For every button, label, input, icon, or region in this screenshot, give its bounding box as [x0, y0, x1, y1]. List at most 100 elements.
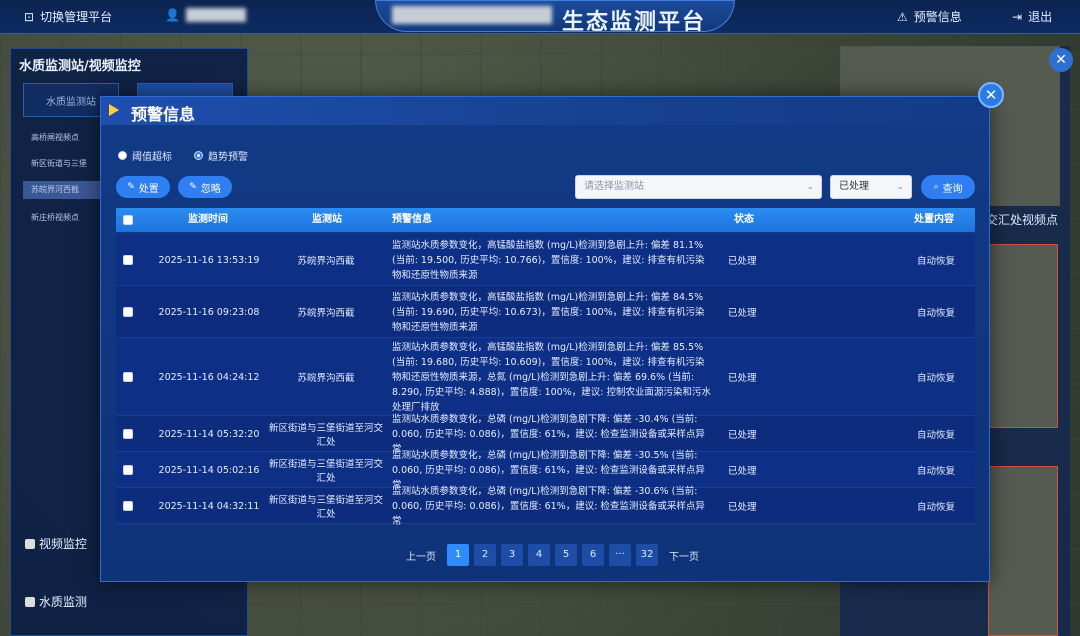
pagination: 上一页 1 2 3 4 5 6 ··· 32 下一页: [400, 544, 705, 566]
video-feed[interactable]: [988, 244, 1058, 428]
cell-action: 自动恢复: [916, 466, 955, 477]
status-select[interactable]: 已处理 ⌄: [830, 175, 912, 199]
cell-time: 2025-11-14 05:32:20: [158, 428, 260, 440]
cell-station: 新区街道与三堡街道至河交汇处: [268, 423, 383, 448]
user-name-blurred: [185, 8, 246, 22]
table-header: 监测时间 监测站 预警信息 状态 处置内容: [116, 208, 975, 232]
video-feed[interactable]: [988, 466, 1058, 636]
radio-dot-icon: [194, 151, 203, 160]
video-monitor-toggle[interactable]: 视频监控: [25, 535, 87, 552]
page-button[interactable]: 4: [528, 544, 550, 566]
alert-type-radio-group: 阈值超标 趋势预警: [118, 148, 248, 163]
cell-time: 2025-11-14 05:02:16: [158, 464, 260, 476]
cell-status: 已处理: [728, 256, 757, 267]
top-bar: ⊡ 切换管理平台 👤 生态监测平台 ⚠ 预警信息 ⇥ 退出: [0, 0, 1080, 35]
alerts-label: 预警信息: [913, 10, 962, 24]
user-icon: 👤: [165, 8, 180, 22]
cell-station: 新区街道与三堡街道至河交汇处: [268, 495, 383, 520]
cell-action: 自动恢复: [916, 256, 955, 267]
row-checkbox[interactable]: [123, 255, 133, 265]
platform-title: 生态监测平台: [562, 10, 707, 35]
radio-threshold[interactable]: 阈值超标: [118, 148, 172, 163]
radio-dot-icon: [118, 151, 127, 160]
user-menu[interactable]: 👤: [165, 8, 246, 22]
logout-icon: ⇥: [1012, 9, 1023, 24]
cell-info: 监测站水质参数变化，总磷 (mg/L)检测到急剧下降: 偏差 -30.6% (当…: [392, 485, 705, 527]
table-row[interactable]: 2025-11-16 09:23:08 苏皖界沟西截 监测站水质参数变化，高锰酸盐指…: [116, 286, 975, 338]
cell-time: 2025-11-14 04:32:11: [158, 500, 260, 512]
row-checkbox[interactable]: [123, 372, 133, 382]
cell-action: 自动恢复: [916, 430, 955, 441]
col-action: 处置内容: [914, 214, 954, 225]
checkbox-icon: [25, 538, 35, 549]
cell-station: 苏皖界沟西截: [297, 373, 355, 384]
cell-status: 已处理: [728, 308, 757, 319]
checkbox-icon: [25, 596, 35, 607]
logout-button[interactable]: ⇥ 退出: [1012, 8, 1052, 25]
radio-trend[interactable]: 趋势预警: [194, 148, 248, 163]
switch-platform-label: 切换管理平台: [40, 10, 113, 24]
page-button[interactable]: 5: [555, 544, 577, 566]
cell-action: 自动恢复: [916, 502, 955, 513]
switch-icon: ⊡: [24, 9, 35, 24]
cell-time: 2025-11-16 04:24:12: [158, 371, 260, 383]
cell-station: 苏皖界沟西截: [297, 256, 355, 267]
cell-info: 监测站水质参数变化，高锰酸盐指数 (mg/L)检测到急剧上升: 偏差 84.5%…: [392, 291, 705, 333]
ignore-button[interactable]: ✎ 忽略: [178, 176, 232, 198]
cell-time: 2025-11-16 13:53:19: [158, 254, 260, 266]
title-prefix-blurred: [392, 6, 552, 24]
cell-status: 已处理: [728, 373, 757, 384]
cell-info: 监测站水质参数变化，高锰酸盐指数 (mg/L)检测到急剧上升: 偏差 81.1%…: [392, 239, 705, 281]
modal-title: 预警信息: [131, 105, 196, 124]
row-checkbox[interactable]: [123, 429, 133, 439]
col-info: 预警信息: [392, 214, 432, 225]
col-time: 监测时间: [188, 214, 228, 225]
next-page-button[interactable]: 下一页: [663, 548, 705, 563]
row-checkbox[interactable]: [123, 465, 133, 475]
panel-close-icon[interactable]: ✕: [1049, 48, 1073, 72]
switch-platform-button[interactable]: ⊡ 切换管理平台: [24, 8, 112, 25]
page-button[interactable]: ···: [609, 544, 631, 566]
page-button[interactable]: 6: [582, 544, 604, 566]
row-checkbox[interactable]: [123, 307, 133, 317]
table-row[interactable]: 2025-11-16 13:53:19 苏皖界沟西截 监测站水质参数变化，高锰酸盐指…: [116, 234, 975, 286]
cell-status: 已处理: [728, 466, 757, 477]
col-status: 状态: [734, 214, 754, 225]
modal-header: 预警信息: [101, 97, 989, 125]
page-button[interactable]: 1: [447, 544, 469, 566]
left-panel-title: 水质监测站/视频监控: [19, 59, 141, 74]
water-monitor-toggle[interactable]: 水质监测: [25, 593, 87, 610]
cell-status: 已处理: [728, 430, 757, 441]
edit-icon: ✎: [189, 182, 197, 192]
logout-label: 退出: [1028, 10, 1053, 24]
row-checkbox[interactable]: [123, 501, 133, 511]
edit-icon: ✎: [127, 182, 135, 192]
col-station: 监测站: [312, 214, 342, 225]
select-all-checkbox[interactable]: [123, 215, 133, 225]
cell-station: 新区街道与三堡街道至河交汇处: [268, 459, 383, 484]
handle-button[interactable]: ✎ 处置: [116, 176, 170, 198]
page-button[interactable]: 3: [501, 544, 523, 566]
alerts-button[interactable]: ⚠ 预警信息: [897, 8, 962, 25]
chevron-down-icon: ⌄: [806, 182, 814, 192]
page-button[interactable]: 2: [474, 544, 496, 566]
close-icon[interactable]: ✕: [978, 82, 1004, 108]
flag-icon: [109, 104, 119, 116]
cell-action: 自动恢复: [916, 308, 955, 319]
cell-action: 自动恢复: [916, 373, 955, 384]
cell-station: 苏皖界沟西截: [297, 308, 355, 319]
cell-info: 监测站水质参数变化，高锰酸盐指数 (mg/L)检测到急剧上升: 偏差 85.5%…: [392, 341, 711, 413]
cell-time: 2025-11-16 09:23:08: [158, 306, 260, 318]
page-list: 1 2 3 4 5 6 ··· 32: [447, 544, 658, 566]
search-icon: ⌕: [933, 182, 939, 192]
table-row[interactable]: 2025-11-14 04:32:11 新区街道与三堡街道至河交汇处 监测站水质参数…: [116, 485, 975, 527]
station-select[interactable]: 请选择监测站 ⌄: [575, 175, 822, 199]
prev-page-button[interactable]: 上一页: [400, 548, 442, 563]
chevron-down-icon: ⌄: [896, 182, 904, 192]
query-button[interactable]: ⌕ 查询: [921, 175, 975, 199]
video-point-label: 交汇处视频点: [986, 213, 1059, 227]
cell-status: 已处理: [728, 502, 757, 513]
table-row[interactable]: 2025-11-16 04:24:12 苏皖界沟西截 监测站水质参数变化，高锰酸盐指…: [116, 338, 975, 416]
page-button[interactable]: 32: [636, 544, 658, 566]
alert-icon: ⚠: [897, 9, 908, 24]
